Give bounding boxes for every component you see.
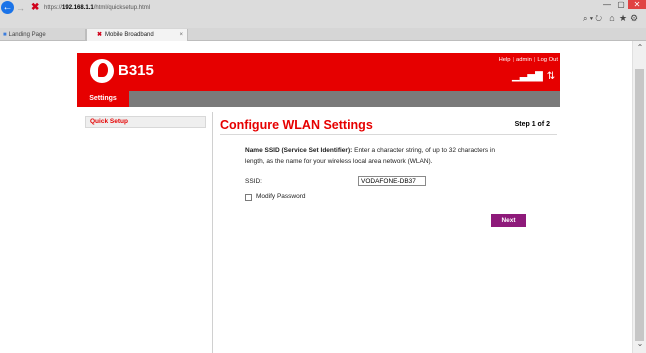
nav-settings-tab[interactable]: Settings [77, 91, 129, 107]
product-name: B315 [118, 62, 154, 79]
signal-strength-icon: ▁▃▅▇ [512, 71, 543, 82]
vertical-scrollbar[interactable]: ⌃ ⌄ [632, 41, 646, 353]
admin-link[interactable]: admin [516, 57, 532, 63]
back-arrow-icon[interactable]: ← [1, 1, 14, 14]
search-refresh-icons[interactable]: ⌕ ▾ ↻ [583, 14, 607, 24]
vodafone-logo-mark [98, 63, 108, 77]
ssid-description-text: Enter a character string, of up to 32 ch… [352, 147, 496, 154]
close-tab-icon[interactable]: × [179, 29, 183, 41]
sidebar-item-quick-setup[interactable]: Quick Setup [85, 116, 206, 128]
tab-landing-page[interactable]: ■ Landing Page [0, 29, 86, 41]
modify-password-checkbox[interactable] [245, 194, 252, 201]
scroll-thumb[interactable] [635, 69, 644, 341]
home-icon[interactable]: ⌂ [607, 13, 617, 23]
ssid-label: SSID: [245, 178, 262, 185]
step-indicator: Step 1 of 2 [514, 121, 550, 128]
address-prefix: https:// [44, 5, 63, 11]
tab-mobile-broadband[interactable]: ✖ Mobile Broadband × [86, 29, 188, 41]
ssid-description-bold: Name SSID (Service Set Identifier): [245, 147, 353, 154]
maximize-icon[interactable]: ▢ [614, 0, 628, 9]
ssid-input[interactable] [358, 176, 426, 186]
browser-titlebar: ← → ✖ https://192.168.1.1/html/quicksetu… [0, 0, 646, 28]
logout-link[interactable]: Log Out [537, 57, 558, 63]
minimize-icon[interactable]: — [600, 0, 614, 9]
link-separator: | [512, 57, 515, 63]
scroll-up-icon[interactable]: ⌃ [633, 43, 646, 53]
title-divider [220, 134, 557, 135]
forward-arrow-icon[interactable]: → [16, 3, 26, 13]
address-host: 192.168.1.1 [62, 5, 94, 11]
certificate-error-icon[interactable]: ✖ [31, 3, 41, 13]
page-icon: ■ [3, 32, 7, 38]
next-button[interactable]: Next [491, 214, 526, 227]
computer-connection-icon: ▤ [559, 71, 569, 82]
main-nav-bar [77, 91, 560, 107]
ssid-description-line2: length, as the name for your wireless lo… [245, 158, 433, 165]
tab-label: Landing Page [8, 32, 46, 38]
scroll-down-icon[interactable]: ⌄ [633, 339, 646, 349]
header-links: Help | admin | Log Out [460, 55, 558, 65]
vodafone-logo [90, 59, 114, 83]
link-separator: | [533, 57, 536, 63]
data-transfer-icon: ⇅ [546, 71, 556, 82]
address-bar[interactable]: https://192.168.1.1/html/quicksetup.html [44, 2, 224, 14]
gear-icon[interactable]: ⚙ [629, 13, 639, 23]
page-title: Configure WLAN Settings [220, 118, 373, 132]
tab-label: Mobile Broadband [105, 32, 154, 38]
window-controls: — ▢ ✕ [600, 0, 646, 9]
address-path: /html/quicksetup.html [93, 5, 151, 11]
status-icons: ▁▃▅▇ ⇅ ▤ [508, 70, 569, 84]
ssid-description: Name SSID (Service Set Identifier): Ente… [245, 145, 555, 156]
certificate-error-icon: ✖ [97, 32, 103, 38]
modify-password-label: Modify Password [256, 193, 306, 200]
sidebar-divider [212, 112, 213, 353]
help-link[interactable]: Help [499, 57, 511, 63]
star-icon[interactable]: ★ [618, 13, 628, 23]
close-window-icon[interactable]: ✕ [628, 0, 646, 9]
